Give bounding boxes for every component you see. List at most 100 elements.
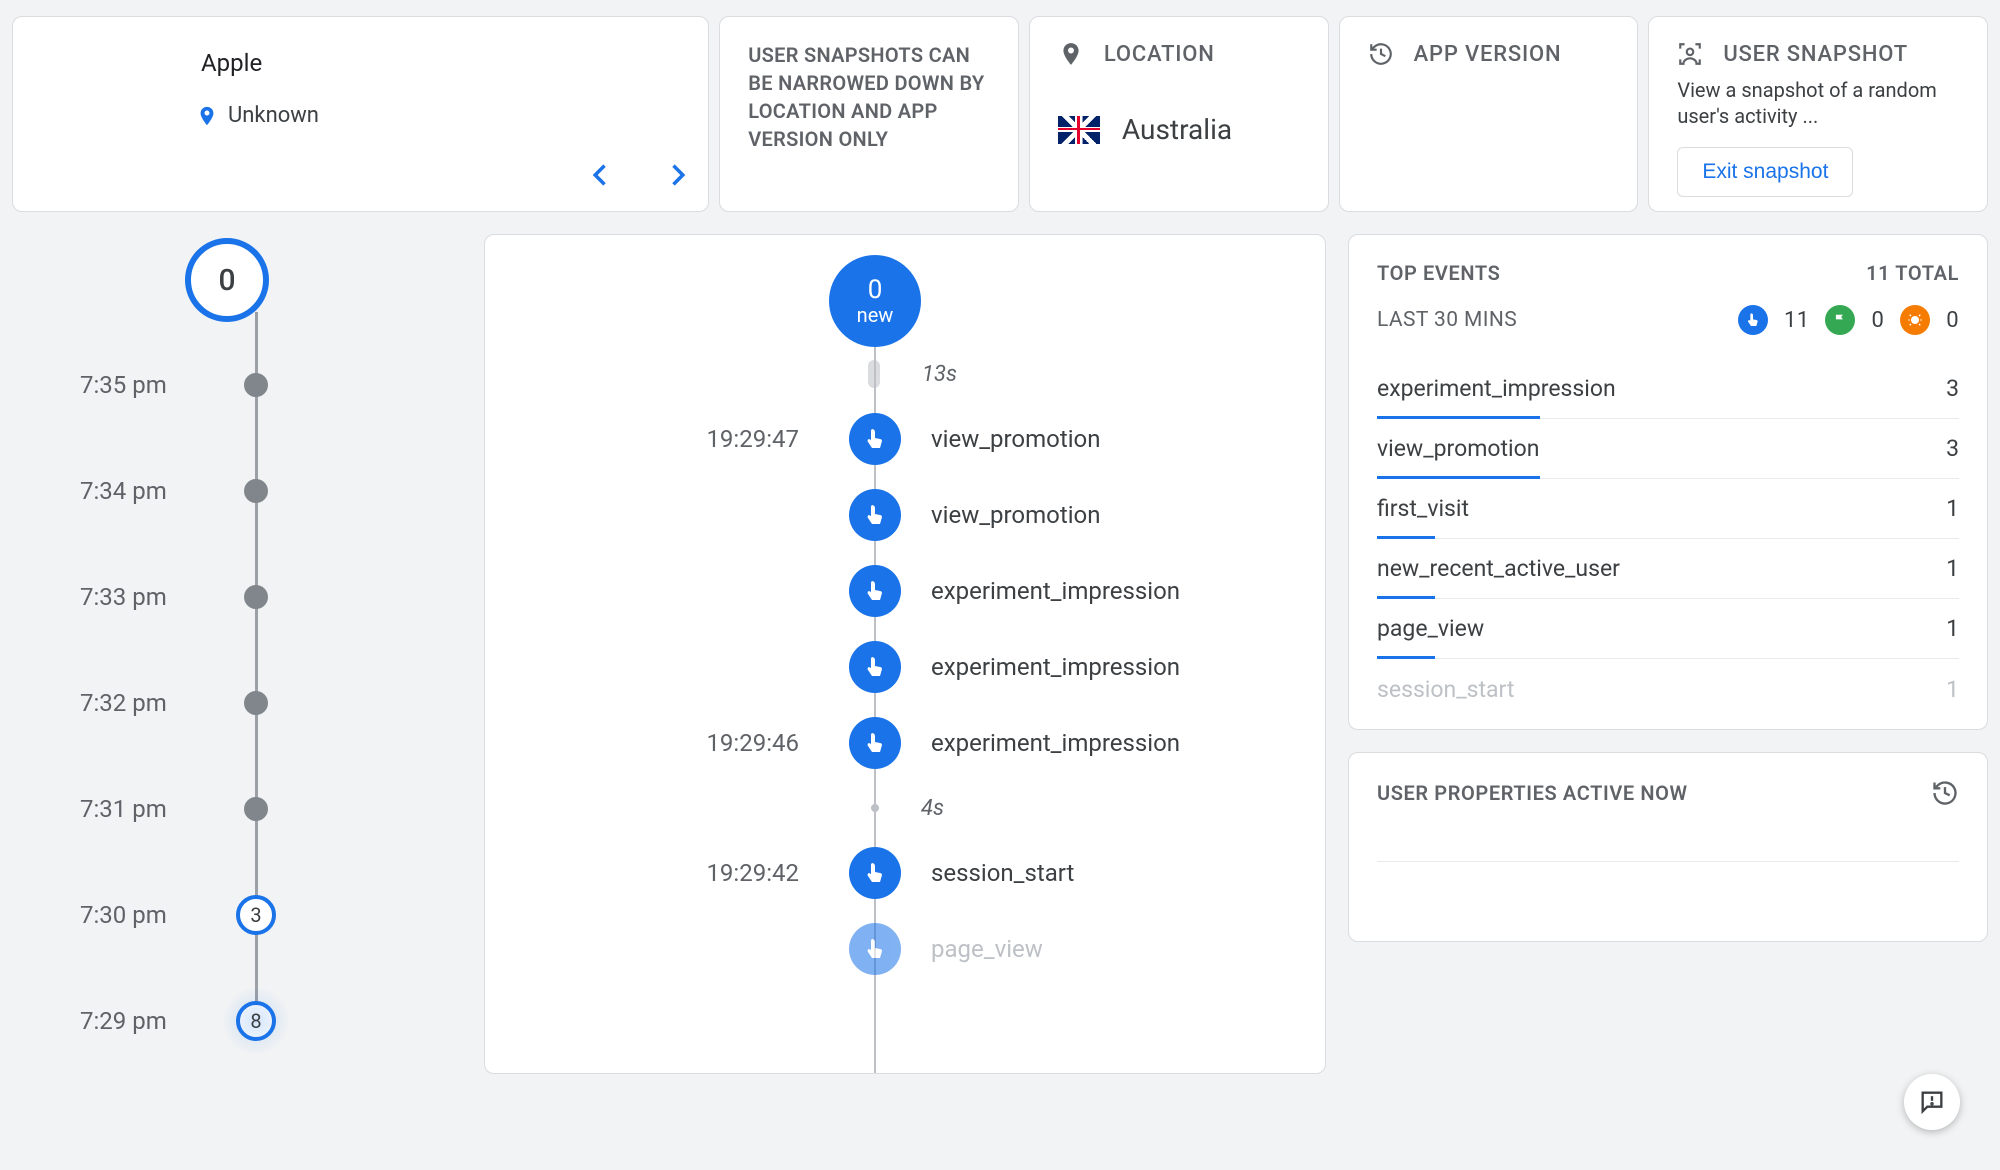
event-type-icon (849, 641, 901, 693)
event-type-icon (849, 847, 901, 899)
event-row[interactable]: experiment_impression (829, 629, 1295, 705)
app-version-header-text: APP VERSION (1414, 42, 1562, 67)
event-row[interactable]: experiment_impression (829, 553, 1295, 629)
top-event-name: session_start (1377, 676, 1514, 703)
timeline-node[interactable]: 3 (236, 895, 276, 935)
top-event-name: page_view (1377, 615, 1484, 642)
top-event-item[interactable]: page_view 1 (1377, 599, 1959, 659)
app-version-card[interactable]: APP VERSION (1339, 16, 1639, 212)
event-row[interactable]: view_promotion (829, 477, 1295, 553)
top-event-item[interactable]: experiment_impression3 (1377, 359, 1959, 419)
event-row[interactable]: 19:29:46experiment_impression (829, 705, 1295, 781)
gap-duration: 4s (921, 796, 944, 821)
prev-button[interactable] (583, 157, 619, 193)
location-pin-icon (196, 105, 218, 127)
timeline-time: 7:33 pm (12, 583, 192, 611)
event-head-value: 0 (868, 275, 883, 305)
timeline-node[interactable] (244, 479, 268, 503)
event-type-icon (849, 489, 901, 541)
flag-badge-icon (1825, 305, 1855, 335)
top-events-sublabel: LAST 30 MINS (1377, 308, 1517, 332)
event-row[interactable]: 19:29:42session_start (829, 835, 1295, 911)
event-row[interactable]: 19:29:47view_promotion (829, 401, 1295, 477)
snapshot-header-text: USER SNAPSHOT (1723, 42, 1908, 67)
device-location: Unknown (196, 103, 680, 128)
event-name: session_start (931, 859, 1074, 887)
top-event-item[interactable]: view_promotion 3 (1377, 419, 1959, 479)
top-events-badges: 11 0 0 (1738, 305, 1959, 335)
event-name: experiment_impression (931, 577, 1180, 605)
location-icon (1058, 41, 1084, 67)
timeline-time: 7:35 pm (12, 371, 192, 399)
event-gap: 13s (866, 347, 1295, 401)
top-events-list: experiment_impression3 view_promotion 3 fir… (1377, 359, 1959, 719)
feedback-icon (1918, 1088, 1946, 1116)
snapshot-desc: View a snapshot of a random user's activ… (1677, 77, 1959, 129)
event-name: experiment_impression (931, 729, 1180, 757)
timeline-node[interactable] (244, 585, 268, 609)
top-event-item[interactable]: first_visit 1 (1377, 479, 1959, 539)
exit-snapshot-button[interactable]: Exit snapshot (1677, 147, 1853, 197)
event-name: view_promotion (931, 425, 1100, 453)
timeline-node[interactable] (244, 691, 268, 715)
timeline-row[interactable]: 7:31 pm (12, 756, 462, 862)
feedback-button[interactable] (1904, 1074, 1960, 1130)
gap-duration: 13s (922, 362, 957, 387)
event-timestamp: 19:29:47 (629, 425, 799, 453)
top-event-count: 1 (1946, 495, 1959, 522)
location-card[interactable]: LOCATION Australia (1029, 16, 1329, 212)
location-country: Australia (1058, 113, 1300, 146)
history-icon[interactable] (1931, 779, 1959, 807)
top-event-name: view_promotion (1377, 435, 1539, 462)
event-type-icon (849, 565, 901, 617)
event-timestamp: 19:29:46 (629, 729, 799, 757)
top-event-count: 1 (1946, 555, 1959, 582)
top-event-item[interactable]: session_start 1 (1377, 659, 1959, 719)
snapshot-icon (1677, 41, 1703, 67)
event-timestamp: 19:29:42 (629, 859, 799, 887)
history-icon (1368, 41, 1394, 67)
timeline-current-badge[interactable]: 0 (185, 238, 269, 322)
top-events-panel: TOP EVENTS 11 TOTAL LAST 30 MINS 11 0 (1348, 234, 1988, 730)
timeline-node[interactable]: 8 (236, 1001, 276, 1041)
timeline-row[interactable]: 7:34 pm (12, 438, 462, 544)
location-header-text: LOCATION (1104, 42, 1215, 67)
top-event-item[interactable]: new_recent_active_user 1 (1377, 539, 1959, 599)
timeline-row[interactable]: 7:30 pm3 (12, 862, 462, 968)
app-version-header: APP VERSION (1368, 41, 1610, 67)
event-name: view_promotion (931, 501, 1100, 529)
timeline-row[interactable]: 7:29 pm 8 (12, 968, 462, 1074)
timeline-row[interactable]: 7:35 pm (12, 332, 462, 438)
timeline-time: 7:29 pm (12, 1007, 192, 1035)
timeline-row[interactable]: 7:33 pm (12, 544, 462, 650)
device-pager (583, 157, 695, 193)
timeline-node[interactable] (244, 373, 268, 397)
timeline-node[interactable] (244, 797, 268, 821)
device-card: Apple Unknown (12, 16, 709, 212)
top-event-name: experiment_impression (1377, 375, 1616, 402)
top-event-count: 1 (1946, 615, 1959, 642)
event-head-badge[interactable]: 0 new (829, 255, 921, 347)
next-button[interactable] (659, 157, 695, 193)
touch-badge-icon (1738, 305, 1768, 335)
timeline-row[interactable]: 7:32 pm (12, 650, 462, 756)
event-row[interactable]: page_view (829, 911, 1295, 987)
touch-badge-count: 11 (1784, 308, 1810, 333)
top-event-name: first_visit (1377, 495, 1469, 522)
top-event-name: new_recent_active_user (1377, 555, 1620, 582)
device-brand: Apple (201, 49, 680, 77)
flag-icon (1058, 116, 1100, 144)
timeline-time: 7:32 pm (12, 689, 192, 717)
top-event-count: 1 (1946, 676, 1959, 703)
top-card-row: Apple Unknown USER SNAPSHOTS CAN BE NARR… (0, 0, 2000, 228)
minute-timeline: 0 7:35 pm 7:34 pm 7:33 pm 7:32 pm 7:31 pm 7:3… (12, 234, 462, 1074)
event-gap: 4s (866, 781, 1295, 835)
top-event-count: 3 (1946, 435, 1959, 462)
device-location-text: Unknown (228, 103, 319, 128)
country-name: Australia (1122, 113, 1232, 146)
event-name: page_view (931, 935, 1043, 963)
event-stream-panel: 0 new 13s19:29:47view_promotionview_prom… (484, 234, 1326, 1074)
timeline-time: 7:31 pm (12, 795, 192, 823)
bug-badge-icon (1900, 305, 1930, 335)
flag-badge-count: 0 (1871, 308, 1884, 333)
